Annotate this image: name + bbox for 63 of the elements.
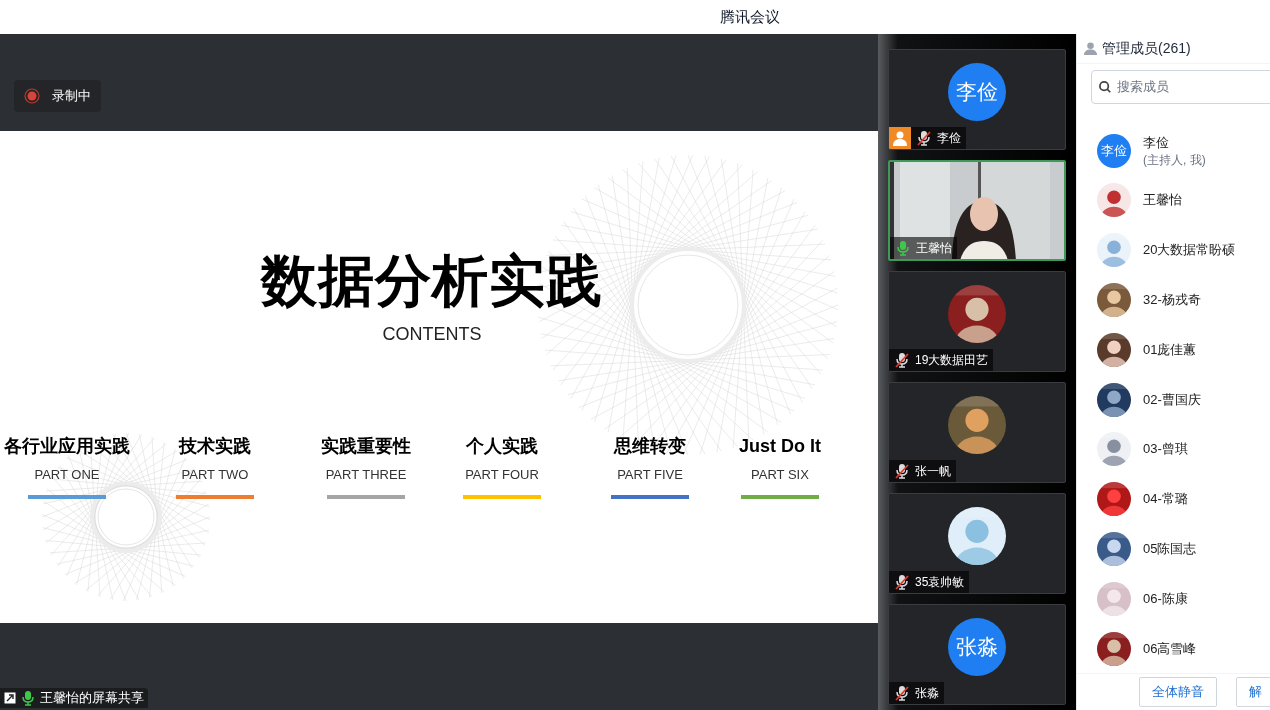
video-tile[interactable]: 王馨怡 (888, 160, 1066, 261)
member-name: 20大数据常盼硕 (1143, 241, 1236, 260)
member-name: 01庞佳蕙 (1143, 340, 1197, 359)
video-tile[interactable]: 35袁帅敏 (888, 493, 1066, 594)
participant-name: 王馨怡 (916, 240, 952, 257)
participant-name: 张一帆 (915, 463, 951, 480)
participant-name: 李俭 (937, 130, 961, 147)
share-icon (4, 692, 16, 704)
search-field[interactable]: 搜索成员 (1091, 69, 1270, 104)
panel-title: 管理成员(261) (1102, 38, 1191, 58)
recording-label: 录制中 (52, 86, 91, 105)
participant-name: 张淼 (915, 685, 939, 702)
member-item[interactable]: 05陈国志 (1097, 524, 1270, 574)
member-note: (主持人, 我) (1143, 151, 1206, 168)
search-icon (1098, 79, 1112, 94)
avatar: 张淼 (948, 617, 1006, 676)
member-item[interactable]: 02-曹国庆 (1097, 374, 1270, 425)
part-label: PART SIX (751, 466, 809, 484)
part-label: PART TWO (181, 466, 249, 484)
person-icon (1083, 40, 1098, 56)
slide-title: 数据分析实践 (259, 249, 604, 313)
share-label-text: 王馨怡的屏幕共享 (40, 690, 144, 706)
participant-name: 35袁帅敏 (915, 574, 965, 591)
member-name: 32-杨戎奇 (1143, 290, 1201, 309)
member-item[interactable]: 06-陈康 (1097, 573, 1270, 624)
avatar: 李俭 (1097, 133, 1131, 168)
member-name: 王馨怡 (1143, 191, 1182, 210)
part-label: PART FIVE (617, 466, 683, 484)
video-tile[interactable]: 张一帆 (888, 382, 1066, 483)
window-title: 腾讯会议 (720, 6, 780, 27)
member-name: 04-常璐 (1143, 490, 1188, 509)
member-item[interactable]: 06高雪峰 (1097, 623, 1270, 674)
part-label: PART ONE (34, 466, 100, 484)
member-item[interactable]: 20大数据常盼硕 (1097, 225, 1270, 276)
member-name: 05陈国志 (1143, 539, 1197, 558)
member-name: 02-曹国庆 (1143, 390, 1201, 409)
member-item[interactable]: 王馨怡 (1097, 175, 1270, 226)
member-name: 李俭 (1143, 133, 1170, 152)
member-item[interactable]: 32-杨戎奇 (1097, 275, 1270, 325)
slide-subtitle: CONTENTS (381, 323, 483, 346)
member-item[interactable]: 01庞佳蕙 (1097, 324, 1270, 375)
part-title: 各行业应用实践 (4, 435, 130, 458)
part-title: 技术实践 (179, 435, 251, 458)
part-title: 实践重要性 (321, 435, 411, 458)
video-tile[interactable]: 19大数据田艺 (888, 271, 1066, 372)
member-name: 06-陈康 (1143, 589, 1188, 608)
action-button[interactable]: 解 (1236, 677, 1270, 708)
record-icon (24, 87, 40, 104)
member-name: 06高雪峰 (1143, 639, 1197, 658)
video-tile[interactable]: 李俭 李俭 (888, 49, 1066, 150)
video-tile[interactable]: 张淼 张淼 (888, 604, 1066, 705)
part-label: PART THREE (325, 466, 407, 484)
avatar: 李俭 (948, 62, 1006, 121)
action-button[interactable]: 全体静音 (1139, 677, 1217, 708)
part-title: Just Do It (739, 435, 821, 458)
member-name: 03-曾琪 (1143, 440, 1188, 459)
member-item[interactable]: 03-曾琪 (1097, 424, 1270, 475)
member-item[interactable]: 04-常璐 (1097, 474, 1270, 524)
member-item[interactable]: 李俭 李俭 (主持人, 我) (1097, 125, 1270, 176)
participant-name: 19大数据田艺 (915, 352, 989, 369)
part-title: 个人实践 (466, 435, 538, 458)
part-label: PART FOUR (465, 466, 539, 484)
part-title: 思维转变 (614, 435, 686, 458)
